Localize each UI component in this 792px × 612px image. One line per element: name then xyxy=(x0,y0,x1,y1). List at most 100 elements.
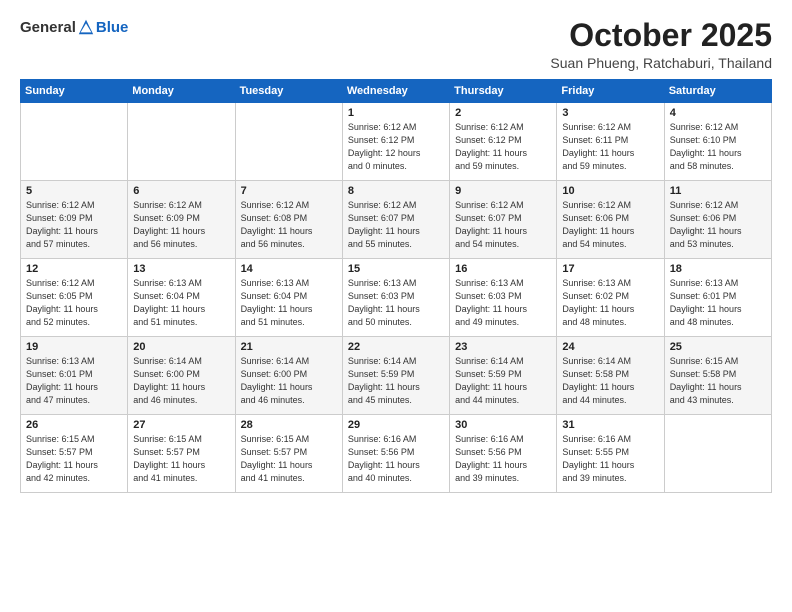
day-info: Sunrise: 6:13 AM Sunset: 6:04 PM Dayligh… xyxy=(133,277,229,329)
calendar-cell xyxy=(128,103,235,181)
calendar-cell: 9Sunrise: 6:12 AM Sunset: 6:07 PM Daylig… xyxy=(450,181,557,259)
calendar-cell: 21 Sunrise: 6:14 AM Sunset: 6:00 PM Dayli… xyxy=(235,337,342,415)
weekday-header-row: Sunday Monday Tuesday Wednesday Thursday… xyxy=(21,80,772,103)
header-friday: Friday xyxy=(557,80,664,103)
calendar-cell: 10 Sunrise: 6:12 AM Sunset: 6:06 PM Dayli… xyxy=(557,181,664,259)
day-number: 19 xyxy=(26,341,122,353)
day-number: 1 xyxy=(348,107,444,119)
day-info: Sunrise: 6:16 AM Sunset: 5:55 PM Dayligh… xyxy=(562,433,658,485)
calendar-cell: 13 Sunrise: 6:13 AM Sunset: 6:04 PM Dayli… xyxy=(128,259,235,337)
header-saturday: Saturday xyxy=(664,80,771,103)
calendar-cell: 16Sunrise: 6:13 AM Sunset: 6:03 PM Dayli… xyxy=(450,259,557,337)
day-number: 24 xyxy=(562,341,658,353)
logo-blue-text: Blue xyxy=(96,19,129,36)
header-tuesday: Tuesday xyxy=(235,80,342,103)
day-info: Sunrise: 6:13 AM Sunset: 6:02 PM Dayligh… xyxy=(562,277,658,329)
header-wednesday: Wednesday xyxy=(342,80,449,103)
day-number: 21 xyxy=(241,341,337,353)
day-info: Sunrise: 6:13 AM Sunset: 6:03 PM Dayligh… xyxy=(348,277,444,329)
calendar-cell: 26 Sunrise: 6:15 AM Sunset: 5:57 PM Dayli… xyxy=(21,415,128,493)
day-number: 6 xyxy=(133,185,229,197)
page-header: General Blue October 2025 Suan Phueng, R… xyxy=(20,18,772,71)
day-info: Sunrise: 6:14 AM Sunset: 6:00 PM Dayligh… xyxy=(133,355,229,407)
calendar-week-row: 12Sunrise: 6:12 AM Sunset: 6:05 PM Dayli… xyxy=(21,259,772,337)
day-number: 18 xyxy=(670,263,766,275)
day-number: 11 xyxy=(670,185,766,197)
calendar-cell: 5 Sunrise: 6:12 AM Sunset: 6:09 PM Daylig… xyxy=(21,181,128,259)
location-subtitle: Suan Phueng, Ratchaburi, Thailand xyxy=(550,55,772,71)
calendar-table: Sunday Monday Tuesday Wednesday Thursday… xyxy=(20,79,772,493)
calendar-cell: 6 Sunrise: 6:12 AM Sunset: 6:09 PM Daylig… xyxy=(128,181,235,259)
day-info: Sunrise: 6:16 AM Sunset: 5:56 PM Dayligh… xyxy=(348,433,444,485)
day-info: Sunrise: 6:12 AM Sunset: 6:12 PM Dayligh… xyxy=(455,121,551,173)
day-info: Sunrise: 6:14 AM Sunset: 6:00 PM Dayligh… xyxy=(241,355,337,407)
calendar-cell: 3Sunrise: 6:12 AM Sunset: 6:11 PM Daylig… xyxy=(557,103,664,181)
day-number: 31 xyxy=(562,419,658,431)
calendar-cell: 22 Sunrise: 6:14 AM Sunset: 5:59 PM Dayli… xyxy=(342,337,449,415)
day-number: 22 xyxy=(348,341,444,353)
calendar-cell: 17 Sunrise: 6:13 AM Sunset: 6:02 PM Dayli… xyxy=(557,259,664,337)
calendar-cell: 14Sunrise: 6:13 AM Sunset: 6:04 PM Dayli… xyxy=(235,259,342,337)
logo-general-text: General xyxy=(20,19,76,36)
calendar-cell: 4Sunrise: 6:12 AM Sunset: 6:10 PM Daylig… xyxy=(664,103,771,181)
day-number: 30 xyxy=(455,419,551,431)
calendar-cell: 31 Sunrise: 6:16 AM Sunset: 5:55 PM Dayli… xyxy=(557,415,664,493)
day-info: Sunrise: 6:12 AM Sunset: 6:09 PM Dayligh… xyxy=(26,199,122,251)
calendar-cell: 27Sunrise: 6:15 AM Sunset: 5:57 PM Dayli… xyxy=(128,415,235,493)
day-number: 16 xyxy=(455,263,551,275)
day-number: 17 xyxy=(562,263,658,275)
calendar-week-row: 19 Sunrise: 6:13 AM Sunset: 6:01 PM Dayli… xyxy=(21,337,772,415)
day-number: 10 xyxy=(562,185,658,197)
day-info: Sunrise: 6:16 AM Sunset: 5:56 PM Dayligh… xyxy=(455,433,551,485)
calendar-cell: 23Sunrise: 6:14 AM Sunset: 5:59 PM Dayli… xyxy=(450,337,557,415)
day-number: 5 xyxy=(26,185,122,197)
day-number: 20 xyxy=(133,341,229,353)
calendar-header: Sunday Monday Tuesday Wednesday Thursday… xyxy=(21,80,772,103)
day-info: Sunrise: 6:12 AM Sunset: 6:08 PM Dayligh… xyxy=(241,199,337,251)
day-info: Sunrise: 6:12 AM Sunset: 6:06 PM Dayligh… xyxy=(670,199,766,251)
day-info: Sunrise: 6:12 AM Sunset: 6:12 PM Dayligh… xyxy=(348,121,444,173)
day-info: Sunrise: 6:12 AM Sunset: 6:09 PM Dayligh… xyxy=(133,199,229,251)
calendar-page: General Blue October 2025 Suan Phueng, R… xyxy=(0,0,792,612)
day-info: Sunrise: 6:12 AM Sunset: 6:06 PM Dayligh… xyxy=(562,199,658,251)
day-info: Sunrise: 6:15 AM Sunset: 5:57 PM Dayligh… xyxy=(241,433,337,485)
calendar-cell: 25 Sunrise: 6:15 AM Sunset: 5:58 PM Dayli… xyxy=(664,337,771,415)
day-number: 7 xyxy=(241,185,337,197)
logo: General Blue xyxy=(20,18,128,36)
calendar-cell: 20 Sunrise: 6:14 AM Sunset: 6:00 PM Dayli… xyxy=(128,337,235,415)
day-number: 25 xyxy=(670,341,766,353)
calendar-week-row: 1 Sunrise: 6:12 AM Sunset: 6:12 PM Daylig… xyxy=(21,103,772,181)
day-number: 4 xyxy=(670,107,766,119)
day-number: 12 xyxy=(26,263,122,275)
day-number: 13 xyxy=(133,263,229,275)
calendar-cell: 28 Sunrise: 6:15 AM Sunset: 5:57 PM Dayli… xyxy=(235,415,342,493)
day-number: 2 xyxy=(455,107,551,119)
header-monday: Monday xyxy=(128,80,235,103)
calendar-cell xyxy=(21,103,128,181)
day-number: 9 xyxy=(455,185,551,197)
day-info: Sunrise: 6:14 AM Sunset: 5:58 PM Dayligh… xyxy=(562,355,658,407)
calendar-cell: 19 Sunrise: 6:13 AM Sunset: 6:01 PM Dayli… xyxy=(21,337,128,415)
calendar-cell: 30 Sunrise: 6:16 AM Sunset: 5:56 PM Dayli… xyxy=(450,415,557,493)
day-info: Sunrise: 6:15 AM Sunset: 5:58 PM Dayligh… xyxy=(670,355,766,407)
calendar-cell: 18 Sunrise: 6:13 AM Sunset: 6:01 PM Dayli… xyxy=(664,259,771,337)
calendar-cell xyxy=(664,415,771,493)
day-number: 29 xyxy=(348,419,444,431)
calendar-cell: 12Sunrise: 6:12 AM Sunset: 6:05 PM Dayli… xyxy=(21,259,128,337)
day-number: 27 xyxy=(133,419,229,431)
calendar-cell: 8 Sunrise: 6:12 AM Sunset: 6:07 PM Daylig… xyxy=(342,181,449,259)
day-number: 26 xyxy=(26,419,122,431)
day-info: Sunrise: 6:13 AM Sunset: 6:01 PM Dayligh… xyxy=(26,355,122,407)
calendar-week-row: 5 Sunrise: 6:12 AM Sunset: 6:09 PM Daylig… xyxy=(21,181,772,259)
day-info: Sunrise: 6:15 AM Sunset: 5:57 PM Dayligh… xyxy=(26,433,122,485)
calendar-cell: 1 Sunrise: 6:12 AM Sunset: 6:12 PM Daylig… xyxy=(342,103,449,181)
day-info: Sunrise: 6:14 AM Sunset: 5:59 PM Dayligh… xyxy=(348,355,444,407)
day-number: 8 xyxy=(348,185,444,197)
calendar-week-row: 26 Sunrise: 6:15 AM Sunset: 5:57 PM Dayli… xyxy=(21,415,772,493)
calendar-body: 1 Sunrise: 6:12 AM Sunset: 6:12 PM Daylig… xyxy=(21,103,772,493)
day-number: 15 xyxy=(348,263,444,275)
day-info: Sunrise: 6:13 AM Sunset: 6:01 PM Dayligh… xyxy=(670,277,766,329)
day-info: Sunrise: 6:12 AM Sunset: 6:07 PM Dayligh… xyxy=(348,199,444,251)
day-number: 28 xyxy=(241,419,337,431)
header-sunday: Sunday xyxy=(21,80,128,103)
